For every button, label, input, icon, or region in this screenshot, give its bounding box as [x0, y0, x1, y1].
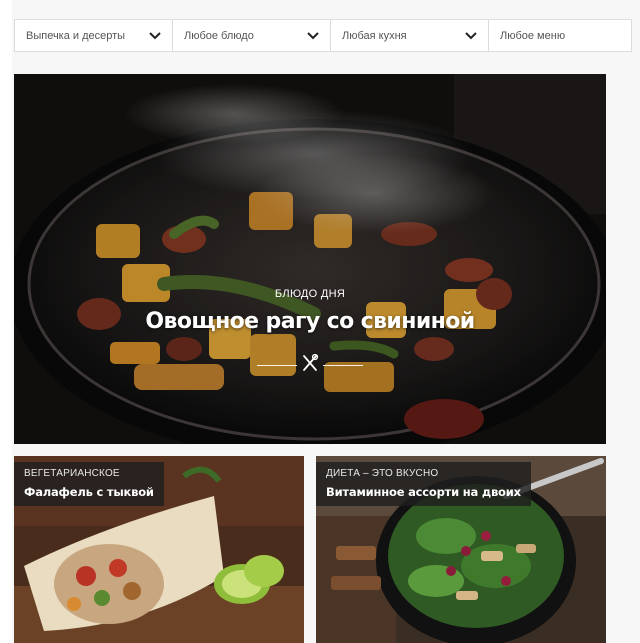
chevron-down-icon — [148, 31, 162, 41]
card-label: ДИЕТА – ЭТО ВКУСНО Витаминное ассорти на… — [316, 462, 531, 506]
chevron-down-icon — [306, 31, 320, 41]
hero-title: Овощное рагу со свининой — [145, 309, 475, 334]
filter-dropdown-category[interactable]: Выпечка и десерты — [15, 20, 173, 51]
recipe-card-vitamin-assortment[interactable]: ДИЕТА – ЭТО ВКУСНО Витаминное ассорти на… — [316, 456, 606, 643]
card-kicker: ДИЕТА – ЭТО ВКУСНО — [326, 468, 439, 479]
fork-knife-icon — [301, 353, 319, 377]
filter-dropdown-cuisine[interactable]: Любая кухня — [331, 20, 489, 51]
filter-label: Любое меню — [500, 29, 566, 42]
chevron-down-icon — [464, 31, 478, 41]
card-label: ВЕГЕТАРИАНСКОЕ Фалафель с тыквой — [14, 462, 164, 506]
filter-dropdown-dish[interactable]: Любое блюдо — [173, 20, 331, 51]
recipe-card-falafel[interactable]: ВЕГЕТАРИАНСКОЕ Фалафель с тыквой — [14, 456, 304, 643]
filter-label: Любая кухня — [342, 29, 407, 42]
filter-bar: Выпечка и десерты Любое блюдо Любая кухн… — [14, 19, 632, 52]
filter-dropdown-menu[interactable]: Любое меню — [489, 20, 631, 51]
filter-label: Любое блюдо — [184, 29, 254, 42]
hero-caption: БЛЮДО ДНЯ Овощное рагу со свининой — [14, 288, 606, 334]
hero-overlay — [14, 74, 606, 444]
card-title: Витаминное ассорти на двоих — [326, 485, 521, 499]
hero-kicker: БЛЮДО ДНЯ — [274, 288, 346, 300]
hero-dish-of-the-day[interactable]: БЛЮДО ДНЯ Овощное рагу со свининой — [14, 74, 606, 444]
filter-label: Выпечка и десерты — [26, 29, 126, 42]
divider-line — [323, 365, 363, 366]
card-kicker: ВЕГЕТАРИАНСКОЕ — [24, 468, 120, 479]
card-title: Фалафель с тыквой — [24, 485, 154, 499]
divider-line — [257, 365, 297, 366]
hero-divider — [14, 353, 606, 377]
